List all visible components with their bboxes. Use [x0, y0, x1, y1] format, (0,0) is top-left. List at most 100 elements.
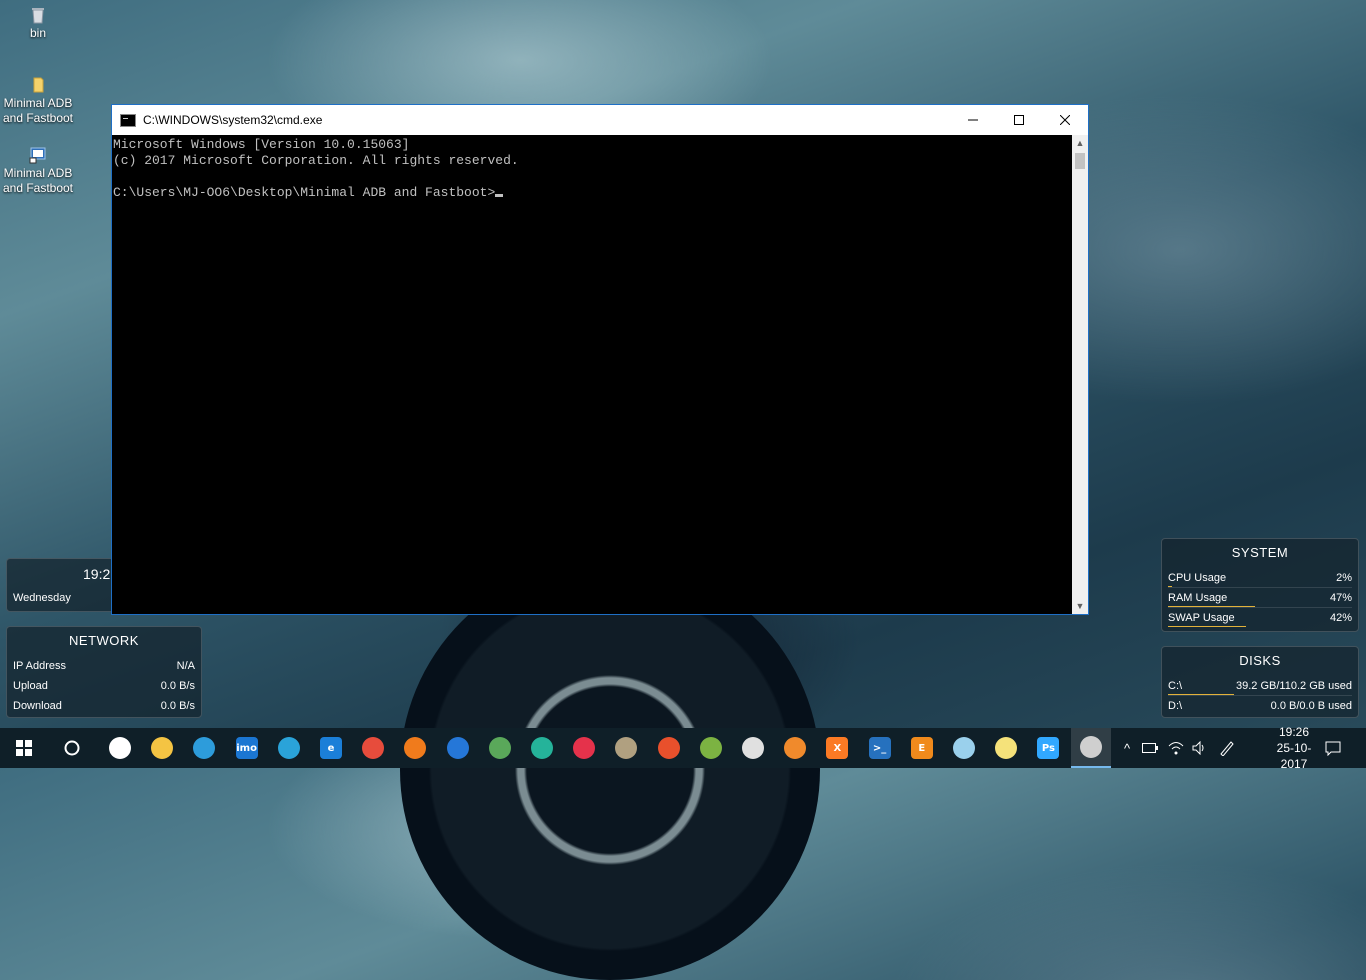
close-button[interactable] — [1042, 105, 1088, 135]
taskbar-app-target[interactable] — [564, 728, 604, 768]
taskbar-app-imo[interactable]: imo — [227, 728, 267, 768]
maximize-button[interactable] — [996, 105, 1042, 135]
console-output[interactable]: Microsoft Windows [Version 10.0.15063] (… — [112, 135, 1072, 614]
vertical-scrollbar[interactable]: ▲ ▼ — [1072, 135, 1088, 614]
system-row-swap: SWAP Usage 42% — [1168, 609, 1352, 627]
show-hidden-icons-chevron-icon[interactable]: ^ — [1120, 728, 1134, 768]
pen-ink-icon[interactable] — [1216, 728, 1238, 768]
minimize-button[interactable] — [950, 105, 996, 135]
taskbar-app-telegram[interactable] — [269, 728, 309, 768]
cmd-app-icon — [120, 113, 136, 127]
taskbar-time: 19:26 — [1278, 725, 1310, 739]
firefox-dev-icon — [446, 737, 469, 759]
window-title: C:\WINDOWS\system32\cmd.exe — [143, 113, 323, 127]
action-center-icon[interactable] — [1322, 728, 1344, 768]
network-row-upload: Upload 0.0 B/s — [13, 677, 195, 695]
taskbar: imo e X >_ E Ps ^ 19:26 25-10-2017 — [0, 725, 1366, 771]
system-row-value: 42% — [1329, 612, 1352, 624]
swap-usage-bar — [1168, 626, 1246, 627]
system-row-label: RAM Usage — [1168, 592, 1228, 604]
scroll-down-arrow-icon[interactable]: ▼ — [1072, 598, 1088, 614]
gimp-icon — [615, 737, 638, 759]
start-button[interactable] — [4, 728, 44, 768]
close-icon — [1060, 115, 1070, 125]
cmd-window[interactable]: C:\WINDOWS\system32\cmd.exe Microsoft Wi… — [111, 104, 1089, 615]
clock-widget-day: Wednesday — [13, 592, 71, 604]
volume-icon[interactable] — [1190, 728, 1210, 768]
android-studio-icon — [699, 737, 722, 759]
disk-row-value: 39.2 GB/110.2 GB used — [1236, 680, 1352, 692]
wallpaper-wheel — [400, 560, 820, 980]
taskbar-app-sticky-notes[interactable] — [986, 728, 1026, 768]
network-row-value: N/A — [176, 660, 195, 672]
windows-logo-icon — [16, 740, 32, 756]
target-icon — [573, 737, 596, 759]
imo-icon: imo — [235, 737, 258, 759]
taskbar-app-e-app[interactable]: E — [902, 728, 942, 768]
console-line: Microsoft Windows [Version 10.0.15063] — [113, 137, 410, 152]
cortana-button[interactable] — [52, 728, 92, 768]
scroll-thumb[interactable] — [1075, 153, 1085, 169]
file-explorer-icon — [151, 737, 174, 759]
divider — [1168, 587, 1352, 588]
taskbar-app-camera[interactable] — [100, 728, 140, 768]
desktop-icon-minimal-adb-shortcut[interactable]: Minimal ADB and Fastboot — [0, 146, 76, 196]
system-row-label: CPU Usage — [1168, 572, 1227, 584]
network-row-download: Download 0.0 B/s — [13, 697, 195, 715]
cortana-circle-icon — [64, 740, 80, 756]
taskbar-app-android-studio[interactable] — [691, 728, 731, 768]
system-widget-title: SYSTEM — [1231, 545, 1289, 560]
taskbar-app-edge[interactable]: e — [311, 728, 351, 768]
disks-widget-title: DISKS — [1239, 653, 1281, 668]
powershell-icon: >_ — [868, 737, 891, 759]
window-controls — [950, 105, 1088, 135]
disk-row-value: 0.0 B/0.0 B used — [1270, 700, 1352, 712]
chrome-icon — [362, 737, 385, 759]
scroll-up-arrow-icon[interactable]: ▲ — [1072, 135, 1088, 151]
camera-icon — [109, 737, 131, 759]
battery-icon[interactable] — [1140, 728, 1160, 768]
taskbar-app-globe[interactable] — [480, 728, 520, 768]
taskbar-app-notepad[interactable] — [944, 728, 984, 768]
system-row-value: 47% — [1329, 592, 1352, 604]
taskbar-app-file-explorer[interactable] — [142, 728, 182, 768]
desktop-icon-minimal-adb-folder[interactable]: Minimal ADB and Fastboot — [0, 76, 76, 126]
blender-icon — [784, 737, 807, 759]
desktop-icon-label: bin — [29, 26, 46, 40]
taskbar-app-firefox[interactable] — [395, 728, 435, 768]
network-row-ip: IP Address N/A — [13, 657, 195, 675]
taskbar-app-sync[interactable] — [184, 728, 224, 768]
taskbar-app-blender[interactable] — [775, 728, 815, 768]
taskbar-app-powershell[interactable]: >_ — [860, 728, 900, 768]
divider — [1168, 695, 1352, 696]
taskbar-app-unity[interactable] — [733, 728, 773, 768]
recycle-bin-icon — [32, 8, 44, 24]
desktop-icon-recycle-bin[interactable]: bin — [0, 6, 76, 41]
taskbar-app-chrome[interactable] — [353, 728, 393, 768]
disks-widget: DISKS C:\ 39.2 GB/110.2 GB used D:\ 0.0 … — [1161, 646, 1359, 718]
photoshop-icon: Ps — [1037, 737, 1060, 759]
taskbar-app-firefox-dev[interactable] — [438, 728, 478, 768]
notepad-icon — [953, 737, 975, 759]
disk-row-d: D:\ 0.0 B/0.0 B used — [1168, 697, 1352, 715]
text-cursor — [495, 194, 504, 197]
taskbar-app-xampp[interactable]: X — [817, 728, 857, 768]
taskbar-app-cube[interactable] — [522, 728, 562, 768]
disk-row-label: D:\ — [1168, 700, 1183, 712]
network-row-value: 0.0 B/s — [160, 680, 195, 692]
taskbar-app-photoshop[interactable]: Ps — [1028, 728, 1068, 768]
wifi-icon[interactable] — [1166, 728, 1186, 768]
cmd-titlebar[interactable]: C:\WINDOWS\system32\cmd.exe — [112, 105, 1088, 135]
folder-icon — [33, 77, 44, 93]
unity-icon — [742, 737, 764, 759]
taskbar-clock[interactable]: 19:26 25-10-2017 — [1266, 725, 1322, 771]
taskbar-app-ccleaner[interactable] — [649, 728, 689, 768]
taskbar-app-gimp[interactable] — [606, 728, 646, 768]
network-row-label: Upload — [13, 680, 48, 692]
maximize-icon — [1014, 115, 1024, 125]
cmd-icon — [1079, 736, 1102, 758]
sync-icon — [193, 737, 216, 759]
taskbar-app-cmd[interactable] — [1070, 728, 1111, 768]
divider — [1168, 607, 1352, 608]
console-line: (c) 2017 Microsoft Corporation. All righ… — [113, 153, 519, 168]
